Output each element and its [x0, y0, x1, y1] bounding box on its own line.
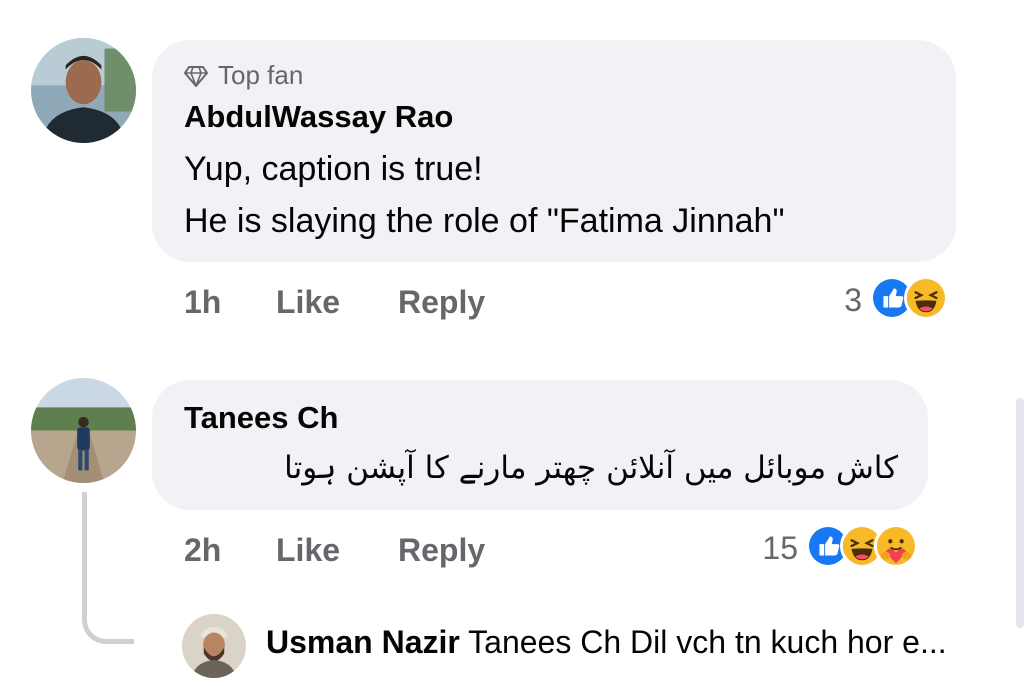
reaction-count[interactable]: 3 — [820, 282, 862, 319]
comment-text-line: کاش موبائل میں آنلائن چھتر مارنے کا آپشن… — [284, 450, 898, 486]
like-button[interactable]: Like — [276, 532, 340, 569]
like-button[interactable]: Like — [276, 284, 340, 321]
comment-text-line: Yup, caption is true! — [184, 150, 483, 188]
comment-author[interactable]: Tanees Ch — [184, 400, 338, 436]
comment-author[interactable]: AbdulWassay Rao — [184, 99, 453, 135]
reply-preview[interactable]: Usman Nazir Tanees Ch Dil vch tn kuch ho… — [266, 624, 947, 661]
reply-button[interactable]: Reply — [398, 284, 485, 321]
reply-author[interactable]: Usman Nazir — [266, 624, 460, 660]
avatar[interactable] — [31, 378, 136, 483]
comment-timestamp[interactable]: 2h — [184, 532, 221, 569]
reaction-summary[interactable] — [870, 276, 948, 320]
reaction-summary[interactable] — [806, 524, 918, 568]
top-fan-badge: Top fan — [184, 60, 303, 91]
avatar[interactable] — [182, 614, 246, 678]
reply-button[interactable]: Reply — [398, 532, 485, 569]
avatar[interactable] — [31, 38, 136, 143]
reaction-count[interactable]: 15 — [740, 530, 798, 567]
comment-text-line: He is slaying the role of "Fatima Jinnah… — [184, 202, 785, 240]
diamond-icon — [184, 65, 208, 87]
haha-icon — [904, 276, 948, 320]
care-icon — [874, 524, 918, 568]
top-fan-label: Top fan — [218, 60, 304, 90]
comment-timestamp[interactable]: 1h — [184, 284, 221, 321]
reply-snippet: Tanees Ch Dil vch tn kuch hor e... — [468, 624, 947, 660]
scrollbar[interactable] — [1016, 398, 1024, 628]
reply-thread-connector — [82, 492, 134, 644]
